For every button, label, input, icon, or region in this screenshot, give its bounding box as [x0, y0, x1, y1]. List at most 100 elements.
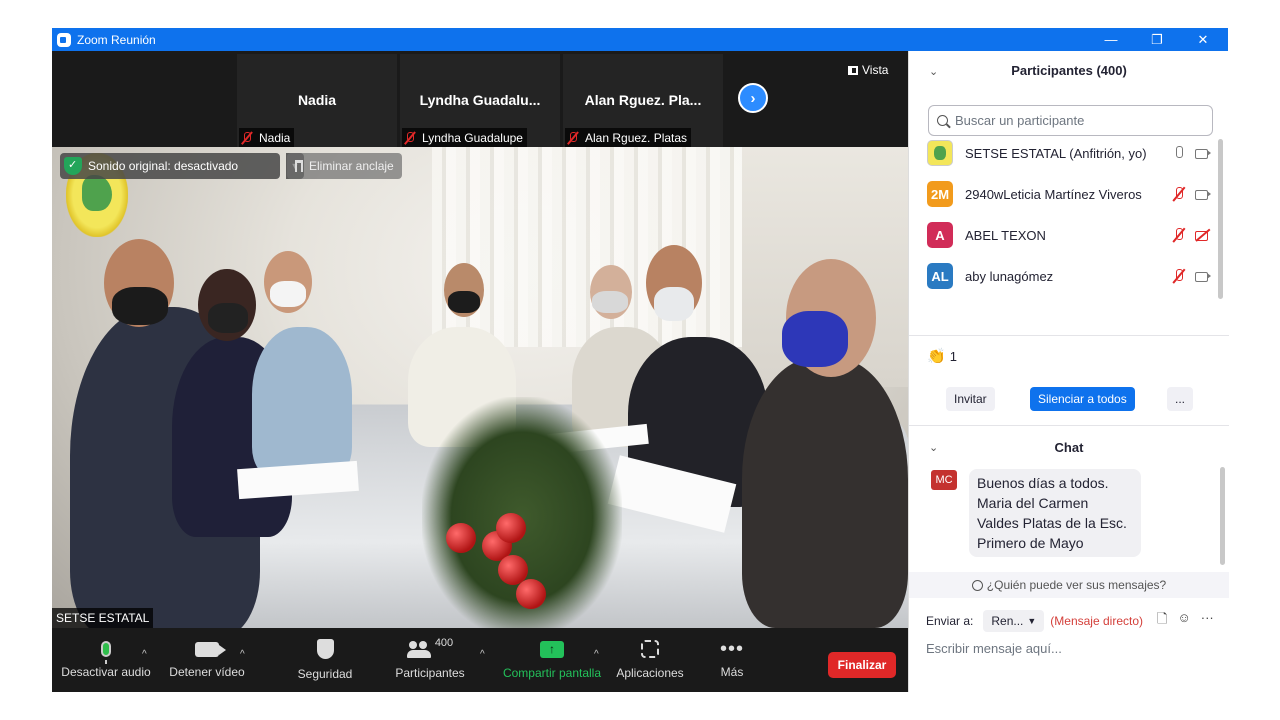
search-icon	[937, 115, 948, 126]
camera-off-icon[interactable]	[1194, 227, 1212, 243]
chat-scrollbar[interactable]	[1220, 467, 1225, 565]
mute-all-button[interactable]: Silenciar a todos	[1030, 387, 1135, 411]
chat-message: Buenos días a todos. Maria del Carmen Va…	[969, 469, 1141, 557]
avatar: 2M	[927, 181, 953, 207]
participants-button[interactable]: 400 Participantes	[390, 628, 470, 692]
video-ornament	[516, 579, 546, 609]
video-person-mask	[208, 303, 248, 333]
participant-list: SETSE ESTATAL (Anfitrión, yo) 2M 2940wLe…	[909, 139, 1229, 347]
more-options-button[interactable]: ...	[1167, 387, 1194, 411]
unpin-button[interactable]: Eliminar anclaje	[287, 153, 402, 179]
original-sound-toggle[interactable]: Sonido original: desactivado ▼	[60, 153, 304, 179]
window-title: Zoom Reunión	[77, 32, 156, 47]
tile-label: Lyndha Guadalupe	[402, 128, 527, 147]
audio-options-caret[interactable]: ^	[142, 649, 147, 660]
participant-search-input[interactable]: Buscar un participante	[928, 105, 1213, 136]
chat-title: Chat	[1054, 440, 1084, 455]
active-speaker-video: Sonido original: desactivado ▼ Eliminar …	[52, 147, 908, 628]
participants-scrollbar[interactable]	[1218, 139, 1223, 299]
muted-mic-icon	[241, 131, 253, 145]
muted-mic-icon	[404, 131, 416, 145]
video-tile[interactable]: Lyndha Guadalu... Lyndha Guadalupe	[400, 54, 560, 147]
title-bar: Zoom Reunión — ❐ ✕	[52, 28, 1228, 51]
tile-name: Nadia	[297, 92, 337, 108]
video-person-mask	[654, 287, 694, 321]
share-screen-button[interactable]: ↑ Compartir pantalla	[500, 628, 604, 692]
video-person	[742, 357, 908, 628]
participants-title: Participantes (400)	[1011, 63, 1127, 78]
divider	[909, 425, 1229, 426]
avatar: AL	[927, 263, 953, 289]
participants-options-caret[interactable]: ^	[480, 649, 485, 660]
people-icon	[406, 640, 431, 658]
participant-row[interactable]: 2M 2940wLeticia Martínez Viveros	[927, 180, 1212, 208]
tile-name: Alan Rguez. Pla...	[584, 92, 702, 108]
clap-icon: 👏	[927, 348, 946, 365]
microphone-icon	[101, 641, 111, 664]
security-button[interactable]: Seguridad	[290, 628, 360, 692]
camera-icon[interactable]	[1194, 186, 1212, 202]
participant-row[interactable]: A ABEL TEXON	[927, 221, 1212, 249]
chat-sender-avatar: MC	[931, 470, 957, 490]
share-options-caret[interactable]: ^	[594, 649, 599, 660]
avatar: A	[927, 222, 953, 248]
side-panel: ⌄ Participantes (400) Buscar un particip…	[908, 51, 1229, 692]
stop-video-button[interactable]: Detener vídeo	[164, 628, 250, 692]
camera-icon[interactable]	[1194, 145, 1212, 161]
encryption-shield-icon	[64, 157, 82, 175]
more-dots-icon[interactable]: ···	[1201, 610, 1214, 632]
tile-label: Alan Rguez. Platas	[565, 128, 692, 147]
emoji-icon[interactable]: ☺	[1177, 610, 1190, 632]
reaction-summary: 👏 1	[927, 348, 957, 365]
video-person-mask	[448, 291, 480, 313]
video-options-caret[interactable]: ^	[240, 649, 245, 660]
tile-name: Lyndha Guadalu...	[419, 92, 541, 108]
muted-mic-icon[interactable]	[1170, 227, 1188, 243]
speaker-name-label: SETSE ESTATAL	[52, 608, 154, 628]
next-page-button[interactable]: ›	[738, 83, 768, 113]
file-icon[interactable]: 🗋	[1157, 610, 1167, 632]
chat-message-input[interactable]: Escribir mensaje aquí...	[926, 641, 1216, 656]
zoom-window: Zoom Reunión — ❐ ✕ Nadia Nadia Lyndha Gu…	[52, 28, 1229, 692]
video-person-mask	[782, 311, 848, 367]
who-can-see-link[interactable]: ¿Quién puede ver sus mensajes?	[909, 572, 1229, 598]
avatar	[927, 140, 953, 166]
recipient-select[interactable]: Ren... ▼	[983, 610, 1045, 632]
camera-icon	[195, 641, 226, 657]
more-dots-icon: •••	[719, 638, 744, 660]
video-person	[252, 327, 352, 477]
direct-message-label: (Mensaje directo)	[1050, 614, 1143, 628]
shield-icon	[316, 639, 334, 659]
video-curtain	[432, 147, 762, 347]
apps-button[interactable]: Aplicaciones	[614, 628, 686, 692]
meeting-toolbar: Desactivar audio ^ Detener vídeo ^ Segur…	[52, 628, 908, 692]
mute-audio-button[interactable]: Desactivar audio	[58, 628, 154, 692]
zoom-logo-icon	[57, 32, 71, 47]
participant-row[interactable]: SETSE ESTATAL (Anfitrión, yo)	[927, 139, 1212, 167]
minimize-button[interactable]: —	[1088, 28, 1134, 51]
apps-icon	[641, 640, 659, 658]
muted-mic-icon[interactable]	[1170, 186, 1188, 202]
video-person-mask	[112, 287, 168, 325]
camera-icon[interactable]	[1194, 268, 1212, 284]
video-tile[interactable]: Nadia Nadia	[237, 54, 397, 147]
video-person-mask	[592, 291, 628, 313]
invite-button[interactable]: Invitar	[946, 387, 995, 411]
more-button[interactable]: ••• Más	[712, 628, 752, 692]
video-ornament	[496, 513, 526, 543]
pin-icon	[295, 160, 303, 172]
share-arrow-icon: ↑	[540, 640, 564, 658]
close-button[interactable]: ✕	[1180, 28, 1226, 51]
view-button[interactable]: Vista	[848, 63, 888, 77]
video-tile[interactable]: Alan Rguez. Pla... Alan Rguez. Platas	[563, 54, 723, 147]
tile-label: Nadia	[239, 128, 295, 147]
mic-icon[interactable]	[1170, 145, 1188, 161]
grid-icon	[848, 65, 858, 75]
muted-mic-icon[interactable]	[1170, 268, 1188, 284]
participant-row[interactable]: AL aby lunagómez	[927, 262, 1212, 290]
restore-button[interactable]: ❐	[1134, 28, 1180, 51]
participant-strip: Nadia Nadia Lyndha Guadalu... Lyndha Gua…	[52, 51, 908, 147]
end-meeting-button[interactable]: Finalizar	[828, 652, 896, 678]
participants-icon-group: 400	[406, 637, 453, 658]
divider	[909, 335, 1229, 336]
